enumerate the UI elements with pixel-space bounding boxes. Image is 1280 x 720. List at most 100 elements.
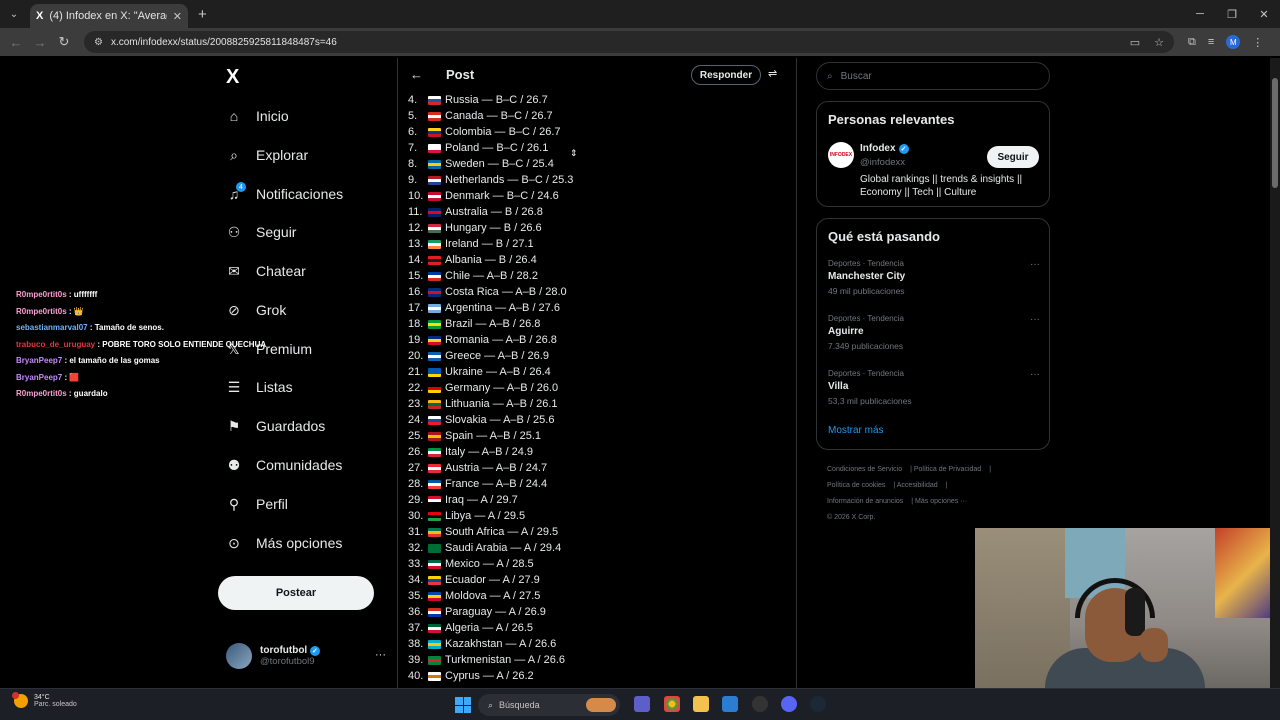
discord-icon[interactable]	[781, 696, 797, 712]
post-header: ← Post Responder ⇌	[398, 58, 796, 92]
rank-number: 27.	[408, 462, 424, 474]
flag-icon	[428, 335, 441, 345]
chat-message: sebastianmarval07 : Tamaño de senos.	[16, 322, 296, 339]
list-item: 26. Italy — A–B / 24.9	[408, 444, 573, 460]
browser-menu-icon[interactable]: ⋮	[1252, 36, 1263, 49]
more-icon[interactable]: ···	[1030, 314, 1040, 325]
nav-item-seguir[interactable]: ⚇ Seguir	[226, 224, 297, 241]
rank-number: 25.	[408, 430, 424, 442]
nav-item-perfil[interactable]: ⚲ Perfil	[226, 495, 288, 513]
list-item: 11. Australia — B / 26.8	[408, 204, 573, 220]
trend-item[interactable]: Deportes · Tendencia Aguirre 7.349 publi…	[828, 314, 1040, 351]
sidebar-icon[interactable]: ≡	[1208, 36, 1214, 48]
list-item: 15. Chile — A–B / 28.2	[408, 268, 573, 284]
rank-number: 24.	[408, 414, 424, 426]
chat-text: : 👑	[66, 306, 84, 316]
cast-icon[interactable]: ▭	[1130, 36, 1140, 49]
rank-number: 17.	[408, 302, 424, 314]
profile-icon: ⚲	[228, 495, 240, 512]
steam-icon[interactable]	[810, 696, 826, 712]
flag-icon	[428, 351, 441, 361]
list-item: 27. Austria — A–B / 24.7	[408, 460, 573, 476]
nav-item-inicio[interactable]: ⌂ Inicio	[226, 108, 289, 124]
minimize-icon[interactable]: ─	[1184, 0, 1216, 28]
list-item: 17. Argentina — A–B / 27.6	[408, 300, 573, 316]
list-item: 8. Sweden — B–C / 25.4	[408, 156, 573, 172]
follow-button[interactable]: Seguir	[987, 146, 1039, 168]
taskbar-search[interactable]: ⌕ Búsqueda	[478, 694, 620, 716]
rank-text: Ecuador — A / 27.9	[445, 574, 540, 586]
footer-link[interactable]: Información de anuncios	[827, 498, 903, 505]
flag-icon	[428, 191, 441, 201]
rank-text: Germany — A–B / 26.0	[445, 382, 559, 394]
bookmark-star-icon[interactable]: ☆	[1154, 36, 1164, 49]
footer-link[interactable]: Política de Privacidad	[914, 466, 981, 473]
new-tab-button[interactable]: +	[198, 6, 207, 23]
flag-icon	[428, 591, 441, 601]
reload-icon[interactable]: ↻	[52, 34, 76, 50]
url-field[interactable]: ⚙ x.com/infodexx/status/2008825925811848…	[84, 31, 1174, 53]
page-scrollbar[interactable]	[1270, 58, 1280, 688]
post-button[interactable]: Postear	[218, 576, 374, 610]
list-item: 14. Albania — B / 26.4	[408, 252, 573, 268]
chat-message: trabuco_de_uruguay : POBRE TORO SOLO ENT…	[16, 339, 296, 356]
chrome-icon[interactable]	[664, 696, 680, 712]
footer-link[interactable]: Condiciones de Servicio	[827, 466, 902, 473]
store-icon[interactable]	[722, 696, 738, 712]
forward-nav-icon[interactable]: →	[28, 35, 52, 50]
nav-item-explorar[interactable]: ⌕ Explorar	[226, 147, 308, 164]
more-icon[interactable]: ···	[1030, 259, 1040, 270]
rank-number: 12.	[408, 222, 424, 234]
back-arrow-icon[interactable]: ←	[410, 67, 423, 82]
trend-category: Deportes · Tendencia	[828, 369, 904, 378]
browser-tab[interactable]: X (4) Infodex en X: "Average Brea ✕	[30, 4, 188, 28]
close-window-icon[interactable]: ✕	[1248, 0, 1280, 28]
extensions-icon[interactable]: ⧉	[1188, 36, 1196, 49]
more-icon[interactable]: ···	[1030, 369, 1040, 380]
tab-search-icon[interactable]: ⌄	[6, 6, 22, 22]
nav-item-comunidades[interactable]: ⚉ Comunidades	[226, 457, 343, 474]
rank-text: Algeria — A / 26.5	[445, 622, 534, 634]
obs-icon[interactable]	[752, 696, 768, 712]
reply-button[interactable]: Responder	[691, 65, 761, 85]
filter-icon[interactable]: ⇌	[768, 67, 777, 80]
footer-link[interactable]: Política de cookies	[827, 482, 885, 489]
search-input[interactable]: ⌕ Buscar	[816, 62, 1050, 90]
rank-number: 4.	[408, 94, 418, 106]
close-tab-icon[interactable]: ✕	[173, 10, 182, 23]
list-item: 22. Germany — A–B / 26.0	[408, 380, 573, 396]
more-icon[interactable]: ···	[375, 649, 386, 661]
nav-item-notificaciones[interactable]: ♫ 4 Notificaciones	[226, 182, 343, 202]
nav-item-mas-opciones[interactable]: ⊙ Más opciones	[226, 535, 342, 552]
site-settings-icon[interactable]: ⚙	[94, 37, 103, 48]
search-highlight-icon	[586, 698, 616, 712]
weather-widget[interactable]: 34°C Parc. soleado	[12, 692, 77, 708]
person-name[interactable]: Infodex	[860, 143, 896, 154]
trend-item[interactable]: Deportes · Tendencia Manchester City 49 …	[828, 259, 1040, 296]
flag-icon	[428, 143, 441, 153]
trend-count: 7.349 publicaciones	[828, 341, 904, 351]
nav-item-guardados[interactable]: ⚑ Guardados	[226, 418, 326, 435]
scroll-thumb[interactable]	[1272, 78, 1278, 188]
file-explorer-icon[interactable]	[693, 696, 709, 712]
flag-icon	[428, 367, 441, 377]
list-item: 35. Moldova — A / 27.5	[408, 588, 573, 604]
nav-label: Seguir	[256, 224, 297, 240]
rank-text: Romania — A–B / 26.8	[445, 334, 557, 346]
account-switcher[interactable]: torofutbol ✓ @torofutbol9 ···	[226, 643, 386, 669]
maximize-icon[interactable]: ❐	[1216, 0, 1248, 28]
profile-avatar[interactable]: M	[1226, 35, 1241, 49]
show-more-link[interactable]: Mostrar más	[828, 425, 884, 436]
copilot-icon[interactable]	[634, 696, 650, 712]
x-logo-icon[interactable]: X	[226, 66, 239, 89]
rank-text: Denmark — B–C / 24.6	[445, 190, 559, 202]
flag-icon	[428, 447, 441, 457]
trend-item[interactable]: Deportes · Tendencia Villa 53,3 mil publ…	[828, 369, 1040, 406]
footer-link[interactable]: Accesibilidad	[897, 482, 938, 489]
infodex-avatar[interactable]: INFODEX	[828, 142, 854, 168]
windows-start-icon[interactable]	[455, 697, 471, 713]
rank-number: 30.	[408, 510, 424, 522]
footer-link[interactable]: Más opciones ···	[915, 498, 967, 505]
back-nav-icon[interactable]: ←	[4, 35, 28, 50]
nav-item-chatear[interactable]: ✉ Chatear	[226, 263, 306, 280]
